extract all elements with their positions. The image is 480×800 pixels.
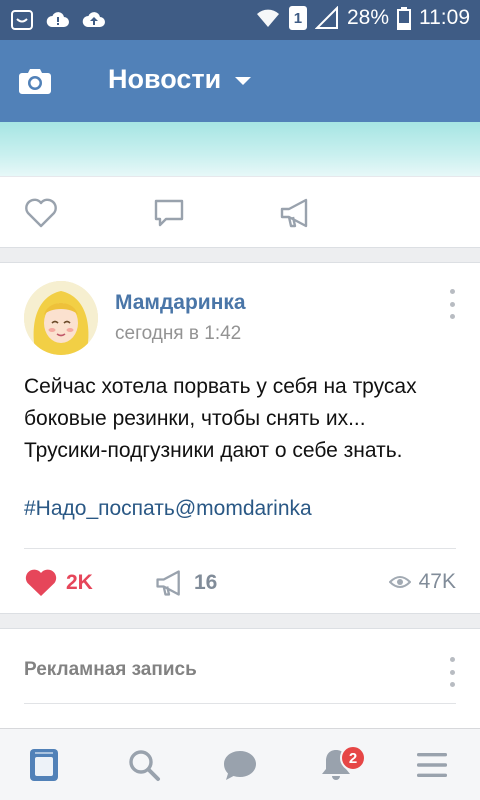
search-icon — [129, 750, 160, 781]
wifi-icon — [256, 9, 279, 27]
post-more-button[interactable] — [444, 289, 460, 319]
menu-icon — [417, 753, 447, 777]
sim-slot-number: 1 — [293, 9, 303, 27]
nav-messages[interactable] — [220, 745, 260, 785]
more-dot — [449, 289, 455, 294]
nav-menu[interactable] — [412, 745, 452, 785]
signal-icon — [314, 6, 338, 29]
post-divider — [24, 548, 456, 549]
author-avatar[interactable] — [24, 281, 98, 355]
eye-icon — [388, 576, 411, 588]
status-bar: 1 28% 11:09 — [0, 0, 480, 40]
camera-button[interactable] — [12, 58, 58, 104]
previous-post-image[interactable] — [0, 122, 480, 176]
post-text-line: Трусики-подгузники дают о себе знать. — [24, 439, 403, 462]
like-icon[interactable] — [24, 197, 58, 229]
cloud-upload-icon — [82, 12, 105, 27]
battery-icon — [397, 7, 411, 30]
comment-icon[interactable] — [152, 197, 186, 229]
dropdown-caret-icon — [235, 76, 252, 85]
post-time: сегодня в 1:42 — [115, 323, 242, 344]
cloud-warning-icon — [46, 12, 69, 27]
nav-news[interactable] — [24, 745, 64, 785]
sim-indicator: 1 — [288, 6, 307, 30]
post-text-line: боковые резинки, чтобы снять их... — [24, 407, 366, 430]
share-icon — [156, 570, 180, 596]
clock: 11:09 — [419, 6, 470, 29]
app-bar: Новости — [0, 40, 480, 122]
page-title: Новости — [108, 64, 222, 94]
post-author[interactable]: Мамдаринка — [115, 291, 246, 315]
like-button[interactable]: 2K — [24, 568, 93, 598]
more-dot — [449, 314, 455, 319]
feed-selector[interactable]: Новости — [108, 64, 252, 95]
bottom-navigation: 2 — [0, 728, 480, 800]
post-hashtag-link[interactable]: #Надо_поспать@momdarinka — [24, 497, 312, 521]
more-dot — [449, 657, 455, 662]
previous-post-actions — [0, 176, 480, 248]
ad-divider — [24, 703, 456, 704]
vk-notification-icon — [11, 10, 33, 30]
ad-post: Рекламная запись — [0, 628, 480, 728]
news-icon — [30, 749, 58, 781]
post-card: Мамдаринка сегодня в 1:42 Сейчас хотела … — [0, 262, 480, 614]
like-count: 2K — [66, 571, 93, 594]
post-text: Сейчас хотела порвать у себя на трусах б… — [24, 371, 464, 467]
avatar-illustration — [24, 281, 98, 355]
ad-more-button[interactable] — [444, 657, 460, 687]
camera-icon — [19, 69, 51, 94]
battery-percent: 28% — [346, 6, 389, 29]
ad-label: Рекламная запись — [24, 659, 197, 680]
share-count: 16 — [194, 571, 218, 594]
post-text-line: Сейчас хотела порвать у себя на трусах — [24, 375, 417, 398]
views-counter: 47K — [388, 570, 456, 594]
share-icon[interactable] — [278, 197, 312, 229]
views-count: 47K — [418, 570, 456, 593]
more-dot — [449, 669, 455, 675]
more-dot — [449, 682, 455, 687]
previous-post — [0, 122, 480, 248]
nav-search[interactable] — [124, 745, 164, 785]
messages-icon — [224, 751, 256, 780]
notifications-badge: 2 — [340, 745, 366, 771]
heart-filled-icon — [25, 569, 57, 596]
share-button[interactable]: 16 — [154, 568, 217, 598]
more-dot — [449, 301, 455, 307]
